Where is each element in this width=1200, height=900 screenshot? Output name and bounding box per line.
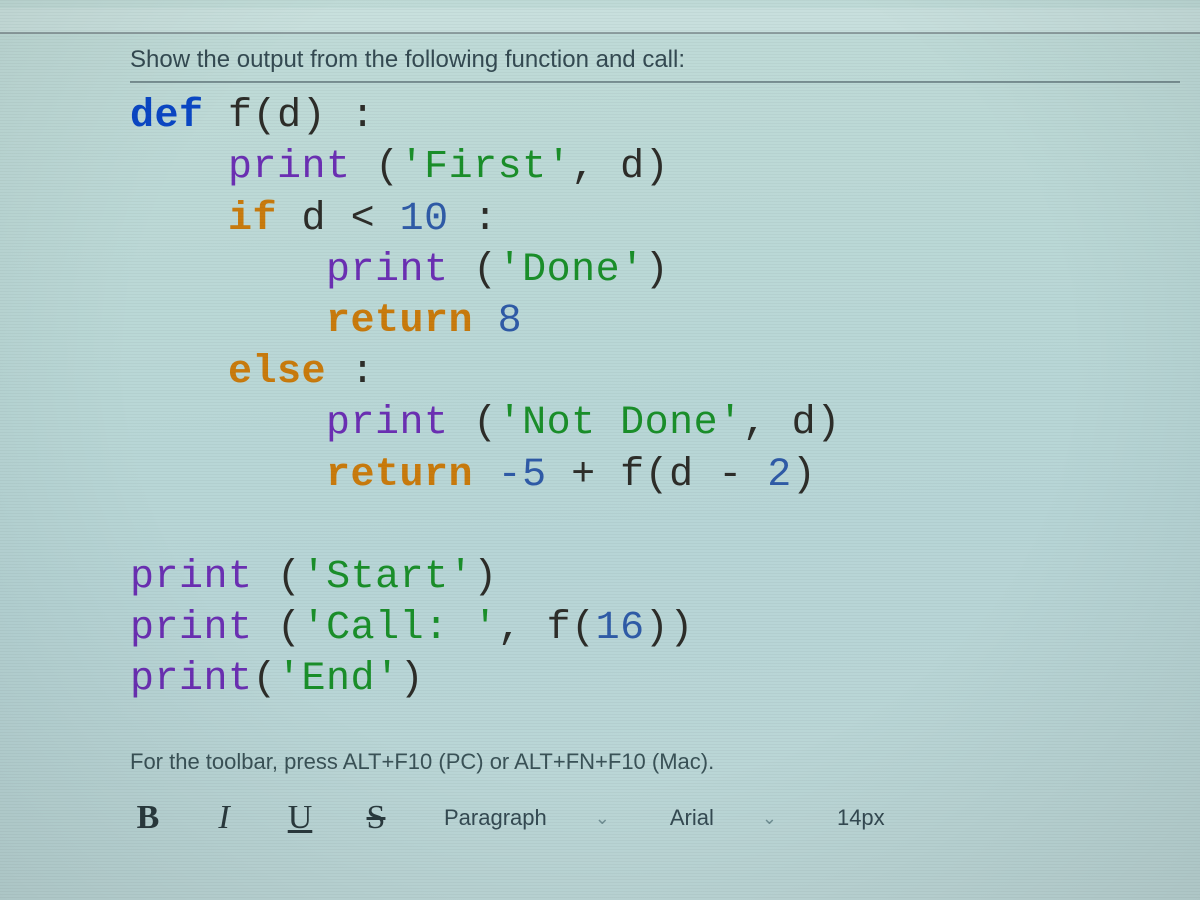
literal-8: 8 [498,299,523,344]
paren-open: ( [645,453,670,498]
call-fn: f [547,606,572,651]
block-format-select[interactable]: Paragraph ⌄ [434,801,620,835]
paren-open: ( [277,606,302,651]
chevron-down-icon: ⌄ [762,808,777,829]
colon: : [351,94,376,139]
colon: : [473,197,498,242]
paren-open: ( [277,555,302,600]
paren-close: ) [645,145,670,190]
string-done: 'Done' [498,248,645,293]
print-call: print [228,145,351,190]
literal-10: 10 [400,197,449,242]
paren-close: ) [400,657,425,702]
plus: + [571,453,596,498]
paren-close: ) [645,248,670,293]
colon: : [351,350,376,395]
print-call: print [326,248,449,293]
literal-2: 2 [767,453,792,498]
arg-d: d [669,453,694,498]
print-call: print [130,606,253,651]
keyword-return: return [326,453,473,498]
keyword-if: if [228,197,277,242]
divider [130,81,1180,83]
literal-neg5: -5 [498,453,547,498]
string-start: 'Start' [302,555,474,600]
chevron-down-icon: ⌄ [595,808,610,829]
arg-d: d [620,145,645,190]
bold-button[interactable]: B [130,799,166,837]
paren-close: ) [645,606,670,651]
paren-close: ) [669,606,694,651]
comma: , [571,145,596,190]
code-block: def f(d) : print ('First', d) if d < 10 … [130,91,1180,705]
literal-16: 16 [596,606,645,651]
question-body: Show the output from the following funct… [0,44,1200,841]
paren-open: ( [473,401,498,446]
string-call: 'Call: ' [302,606,498,651]
font-family-select[interactable]: Arial ⌄ [660,801,787,835]
paren-close: ) [473,555,498,600]
paren-open: ( [571,606,596,651]
font-family-label: Arial [670,805,714,831]
italic-button[interactable]: I [206,799,242,837]
param-d: d [277,94,302,139]
comma: , [498,606,523,651]
paren-open: ( [473,248,498,293]
cond-var: d [302,197,327,242]
print-call: print [326,401,449,446]
paren-close: ) [792,453,817,498]
paren-open: ( [253,94,278,139]
recursive-call-name: f [620,453,645,498]
keyword-else: else [228,350,326,395]
strikethrough-button[interactable]: S [358,799,394,837]
minus: - [718,453,743,498]
function-name: f [228,94,253,139]
string-end: 'End' [277,657,400,702]
arg-d: d [792,401,817,446]
editor-toolbar: B I U S Paragraph ⌄ Arial ⌄ 14px [130,795,1180,841]
print-call: print [130,657,253,702]
paren-open: ( [253,657,278,702]
font-size-select[interactable]: 14px [827,803,895,833]
keyword-def: def [130,94,204,139]
underline-button[interactable]: U [282,799,318,837]
question-prompt: Show the output from the following funct… [130,44,1180,75]
string-first: 'First' [400,145,572,190]
keyword-return: return [326,299,473,344]
less-than: < [351,197,376,242]
toolbar-hint: For the toolbar, press ALT+F10 (PC) or A… [130,749,1180,775]
block-format-label: Paragraph [444,805,547,831]
print-call: print [130,555,253,600]
window-fragment-top [0,8,1200,34]
paren-close: ) [302,94,327,139]
string-not-done: 'Not Done' [498,401,743,446]
paren-close: ) [816,401,841,446]
paren-open: ( [375,145,400,190]
comma: , [743,401,768,446]
